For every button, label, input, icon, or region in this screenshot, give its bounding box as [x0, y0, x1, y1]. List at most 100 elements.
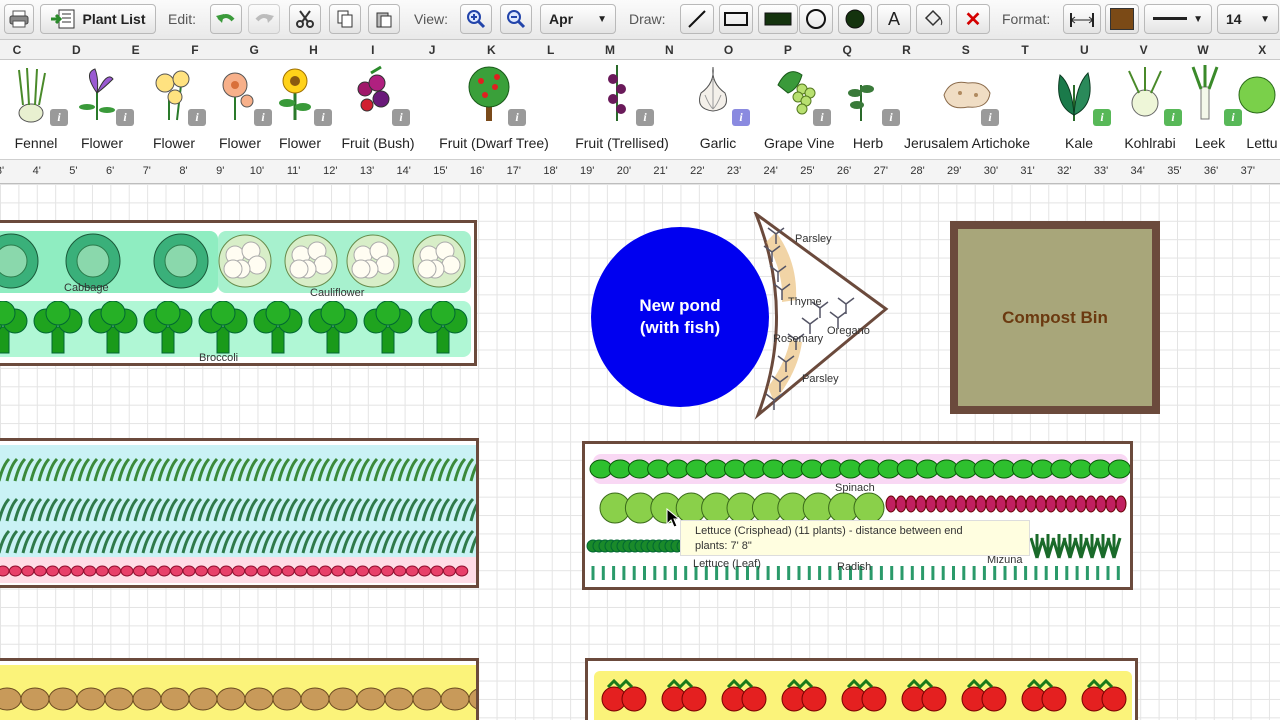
palette-item-label: Jerusalem Artichoke	[903, 135, 1031, 151]
tomato-plant	[841, 678, 887, 712]
ruler-tick-label: 20'	[616, 165, 632, 177]
compost-bin[interactable]: Compost Bin	[950, 221, 1160, 414]
garden-canvas[interactable]: Cabbage Cauliflower Broccoli New pond (w…	[0, 184, 1280, 720]
info-icon[interactable]: i	[1093, 109, 1111, 126]
radish-plant	[194, 565, 208, 577]
ruler-tick-label: 13'	[359, 165, 375, 177]
column-letter: L	[547, 43, 555, 57]
palette-item-label: Herb	[852, 135, 884, 151]
info-icon[interactable]: i	[813, 109, 831, 126]
radish-plant	[318, 565, 332, 577]
ruler-tick-label: 29'	[947, 165, 962, 177]
ruler-tick-label: 6'	[105, 165, 115, 177]
plant-list-button[interactable]: Plant List	[40, 4, 156, 34]
beet-plant	[1115, 495, 1127, 513]
mizuna-plant	[1051, 534, 1067, 559]
lettuce-icon	[1238, 76, 1276, 114]
potato-plant	[160, 687, 190, 711]
draw-line-button[interactable]	[680, 4, 714, 34]
copy-button[interactable]	[329, 4, 361, 34]
tomato-plant	[661, 678, 707, 712]
info-icon[interactable]: i	[636, 109, 654, 126]
garden-bed-tomatoes[interactable]	[585, 658, 1138, 720]
info-icon[interactable]: i	[116, 109, 134, 126]
font-size-select[interactable]: 14 ▼	[1217, 4, 1279, 34]
palette-item[interactable]: i Fruit (Bush)	[323, 60, 433, 160]
delete-icon: ✕	[964, 8, 982, 31]
garden-bed-salad[interactable]: Spinach Lettuce (Leaf) Radish Mizuna	[582, 441, 1133, 590]
info-icon[interactable]: i	[732, 109, 750, 126]
pond[interactable]: New pond (with fish)	[591, 227, 769, 407]
mouse-cursor-icon	[666, 508, 680, 528]
redo-button[interactable]	[248, 4, 280, 34]
column-letter: W	[1197, 43, 1209, 57]
palette-item-label: Fruit (Trellised)	[575, 135, 669, 151]
info-icon[interactable]: i	[50, 109, 68, 126]
palette-item[interactable]: i Fruit (Trellised)	[567, 60, 677, 160]
palette-item[interactable]: i Flower	[67, 60, 137, 160]
tomato-plant	[1081, 678, 1127, 712]
beet-plant	[985, 495, 997, 513]
ruler-tick-label: 26'	[836, 165, 852, 177]
tomato-row	[601, 678, 1127, 712]
print-button[interactable]	[4, 4, 34, 34]
ruler-tick-label: 11'	[286, 165, 301, 177]
line-style-select[interactable]: ▼	[1144, 4, 1212, 34]
info-icon[interactable]: i	[392, 109, 410, 126]
month-select[interactable]: Apr ▼	[540, 4, 616, 34]
potato-plant	[440, 687, 470, 711]
ruler-tick-label: 22'	[690, 165, 705, 177]
ruler-tick-label: 12'	[323, 165, 338, 177]
rosemary-label: Rosemary	[773, 333, 824, 345]
delete-button[interactable]: ✕	[956, 4, 990, 34]
potato-plant	[328, 687, 358, 711]
ruler-tick-label: 8'	[179, 165, 188, 177]
potato-plant	[132, 687, 162, 711]
zoom-out-button[interactable]	[500, 4, 532, 34]
paste-button[interactable]	[368, 4, 400, 34]
view-label: View:	[414, 11, 448, 27]
ruler-tick-label: 15'	[433, 165, 448, 177]
cut-button[interactable]	[289, 4, 321, 34]
palette-item-label: Lettu	[1246, 135, 1278, 151]
garden-bed-potatoes[interactable]	[0, 658, 479, 720]
garden-bed-onions[interactable]	[0, 438, 479, 588]
potato-plant	[272, 687, 302, 711]
radish-plant	[157, 565, 171, 577]
beet-plant	[915, 495, 927, 513]
palette-item[interactable]: i Jerusalem Artichoke	[897, 60, 1037, 160]
garden-bed-brassicas[interactable]: Cabbage Cauliflower Broccoli	[0, 220, 477, 366]
palette-item[interactable]: i Flower	[139, 60, 209, 160]
palette-item-label: Garlic	[699, 135, 737, 151]
palette-item[interactable]: i Herb	[833, 60, 903, 160]
draw-rectangle-button[interactable]	[719, 4, 753, 34]
fill-color-button[interactable]	[1105, 4, 1139, 34]
radish-plant	[108, 565, 122, 577]
dimension-button[interactable]	[1063, 4, 1101, 34]
potato-plant	[384, 687, 414, 711]
info-icon[interactable]: i	[981, 109, 999, 126]
ruler-tick-label: 25'	[800, 165, 815, 177]
tooltip-line1: Lettuce (Crisphead) (11 plants) - distan…	[695, 525, 963, 537]
mizuna-plant	[1062, 534, 1078, 559]
undo-button[interactable]	[210, 4, 242, 34]
zoom-in-button[interactable]	[460, 4, 492, 34]
palette-item[interactable]: i Kale	[1044, 60, 1114, 160]
cauliflower-plant	[412, 234, 466, 288]
palette-item[interactable]: i Fennel	[1, 60, 71, 160]
info-icon[interactable]: i	[188, 109, 206, 126]
potato-plant	[76, 687, 106, 711]
draw-filled-rectangle-button[interactable]	[758, 4, 798, 34]
draw-filled-circle-button[interactable]	[838, 4, 872, 34]
fill-bucket-button[interactable]	[916, 4, 950, 34]
palette-item[interactable]: i Grape Vine	[764, 60, 835, 160]
text-tool-button[interactable]: A	[877, 4, 911, 34]
info-icon[interactable]: i	[508, 109, 526, 126]
radish-plant	[207, 565, 221, 577]
pond-label-line1: New pond	[639, 296, 721, 315]
draw-circle-button[interactable]	[799, 4, 833, 34]
palette-item[interactable]: i Fruit (Dwarf Tree)	[424, 60, 564, 160]
column-letter: Q	[842, 43, 852, 57]
palette-item[interactable]: i Garlic	[683, 60, 753, 160]
palette-item[interactable]: Lettu	[1227, 60, 1280, 160]
